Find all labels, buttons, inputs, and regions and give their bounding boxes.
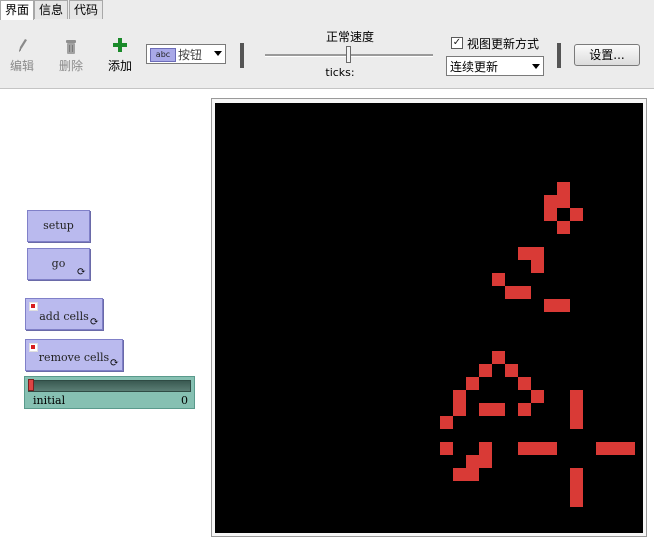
live-cell bbox=[570, 481, 583, 494]
update-mode-value: 连续更新 bbox=[450, 60, 499, 74]
forever-icon: ⟳ bbox=[109, 356, 119, 369]
live-cell bbox=[492, 273, 505, 286]
trash-icon bbox=[51, 36, 91, 56]
widget-type-dropdown[interactable]: abc 按钮 bbox=[146, 44, 226, 64]
error-indicator-icon bbox=[29, 302, 38, 311]
forever-icon: ⟳ bbox=[76, 265, 86, 278]
live-cell bbox=[492, 403, 505, 416]
add-button[interactable]: 添加 bbox=[100, 36, 140, 74]
world-view[interactable] bbox=[215, 103, 643, 533]
live-cell bbox=[479, 455, 492, 468]
live-cell bbox=[622, 442, 635, 455]
view-updates-label: 视图更新方式 bbox=[467, 37, 540, 51]
live-cell bbox=[531, 390, 544, 403]
live-cell bbox=[518, 286, 531, 299]
live-cell bbox=[557, 182, 570, 195]
settings-button[interactable]: 设置... bbox=[574, 44, 640, 66]
live-cell bbox=[544, 442, 557, 455]
live-cell bbox=[570, 403, 583, 416]
delete-label: 删除 bbox=[58, 59, 83, 73]
live-cell bbox=[505, 364, 518, 377]
live-cell bbox=[570, 468, 583, 481]
initial-slider[interactable]: initial 0 bbox=[24, 376, 195, 409]
tab-info[interactable]: 信息 bbox=[34, 0, 69, 19]
pencil-icon bbox=[2, 36, 42, 56]
live-cell bbox=[492, 351, 505, 364]
go-button[interactable]: go ⟳ bbox=[27, 248, 90, 280]
speed-label: 正常速度 bbox=[325, 30, 374, 44]
live-cell bbox=[596, 442, 609, 455]
live-cell bbox=[505, 286, 518, 299]
chevron-down-icon bbox=[214, 51, 222, 56]
button-widget-icon: abc bbox=[150, 48, 176, 62]
initial-slider-track[interactable] bbox=[28, 380, 191, 392]
add-cells-button[interactable]: add cells ⟳ bbox=[25, 298, 103, 330]
live-cell bbox=[453, 390, 466, 403]
toolbar-divider bbox=[240, 43, 244, 68]
live-cell bbox=[570, 390, 583, 403]
plus-icon bbox=[100, 36, 140, 56]
live-cell bbox=[570, 416, 583, 429]
live-cell bbox=[466, 468, 479, 481]
live-cell bbox=[466, 455, 479, 468]
toolbar-divider bbox=[557, 43, 561, 68]
live-cell bbox=[544, 299, 557, 312]
live-cell bbox=[518, 442, 531, 455]
toolbar: 编辑 删除 添加 abc 按钮 正常速度 ticks: ✓ 视图更新方式 连续更… bbox=[0, 20, 654, 89]
live-cell bbox=[479, 364, 492, 377]
live-cell bbox=[518, 403, 531, 416]
live-cell bbox=[557, 195, 570, 208]
initial-slider-value: 0 bbox=[181, 394, 188, 407]
speed-slider-thumb[interactable] bbox=[346, 46, 351, 63]
live-cell bbox=[479, 403, 492, 416]
widget-type-value: 按钮 bbox=[178, 48, 203, 62]
add-cells-label: add cells bbox=[39, 310, 89, 323]
live-cell bbox=[531, 247, 544, 260]
setup-button[interactable]: setup bbox=[27, 210, 90, 242]
live-cell bbox=[557, 299, 570, 312]
edit-label: 编辑 bbox=[9, 59, 34, 73]
live-cell bbox=[570, 208, 583, 221]
live-cell bbox=[544, 208, 557, 221]
live-cell bbox=[518, 247, 531, 260]
error-indicator-icon bbox=[29, 343, 38, 352]
delete-button[interactable]: 删除 bbox=[51, 36, 91, 74]
remove-cells-label: remove cells bbox=[38, 351, 110, 364]
go-label: go bbox=[51, 257, 66, 270]
live-cell bbox=[453, 403, 466, 416]
live-cell bbox=[544, 195, 557, 208]
tab-bar: 界面 信息 代码 bbox=[0, 0, 654, 21]
ticks-label: ticks: bbox=[325, 66, 355, 79]
initial-slider-thumb[interactable] bbox=[28, 379, 34, 391]
setup-label: setup bbox=[43, 219, 74, 232]
add-label: 添加 bbox=[107, 59, 132, 73]
live-cell bbox=[570, 494, 583, 507]
view-updates-checkbox[interactable]: ✓ bbox=[451, 37, 463, 49]
update-mode-dropdown[interactable]: 连续更新 bbox=[446, 56, 544, 76]
live-cell bbox=[531, 260, 544, 273]
tab-code[interactable]: 代码 bbox=[69, 0, 104, 19]
edit-button[interactable]: 编辑 bbox=[2, 36, 42, 74]
live-cell bbox=[440, 416, 453, 429]
initial-slider-label: initial bbox=[33, 394, 66, 407]
live-cell bbox=[440, 442, 453, 455]
chevron-down-icon bbox=[532, 64, 540, 69]
live-cell bbox=[479, 442, 492, 455]
live-cell bbox=[466, 377, 479, 390]
live-cell bbox=[518, 377, 531, 390]
remove-cells-button[interactable]: remove cells ⟳ bbox=[25, 339, 123, 371]
live-cell bbox=[609, 442, 622, 455]
live-cell bbox=[557, 221, 570, 234]
tab-interface[interactable]: 界面 bbox=[0, 0, 35, 21]
forever-icon: ⟳ bbox=[89, 315, 99, 328]
live-cell bbox=[531, 442, 544, 455]
live-cell bbox=[453, 468, 466, 481]
